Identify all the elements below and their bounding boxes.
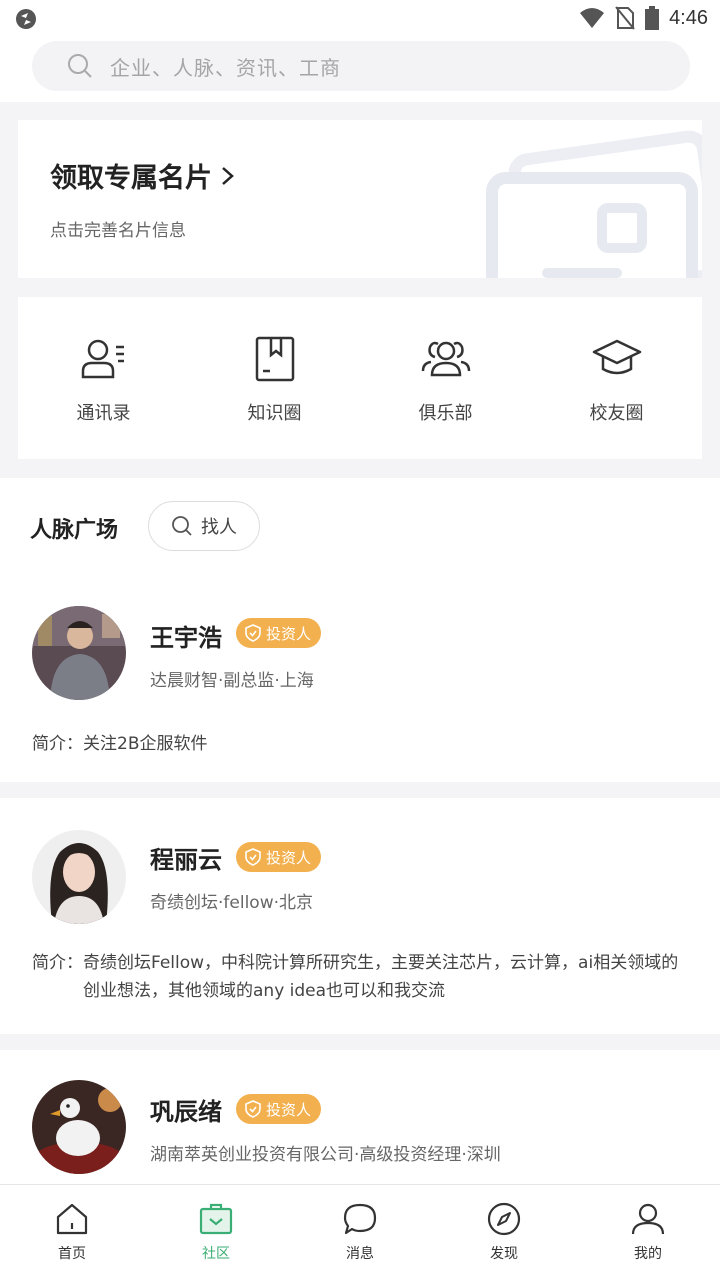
quick-links: 通讯录 知识圈 俱乐部 校友圈 [18, 297, 702, 459]
no-sim-icon [615, 6, 635, 30]
chevron-right-icon [222, 166, 234, 185]
avatar[interactable] [32, 606, 126, 700]
home-icon [56, 1203, 88, 1235]
find-people-button[interactable]: 找人 [148, 501, 260, 551]
people-square-title: 人脉广场 [30, 518, 119, 543]
person-info: 达晨财智·副总监·上海 [150, 671, 314, 691]
avatar[interactable] [32, 830, 126, 924]
compass-icon [487, 1202, 521, 1236]
people-square-header: 人脉广场 找人 [0, 478, 720, 576]
person-name: 王宇浩 [150, 624, 222, 652]
tab-label: 首页 [58, 1246, 86, 1262]
claim-card-title: 领取专属名片 [50, 156, 236, 195]
people-square: 人脉广场 找人 王宇浩 投资人 达晨财智·副总监·上海 简介： 关注2B企服软件… [0, 478, 720, 1184]
battery-icon [645, 6, 660, 30]
person-info: 湖南萃英创业投资有限公司·高级投资经理·深圳 [150, 1145, 501, 1165]
bookmark-book-icon [255, 336, 294, 382]
community-bag-icon [199, 1203, 233, 1235]
investor-badge: 投资人 [236, 842, 322, 872]
person-intro: 简介： 奇绩创坛Fellow，中科院计算所研究生，主要关注芯片，云计算，ai相关… [32, 949, 688, 1005]
person-card[interactable]: 程丽云 投资人 奇绩创坛·fellow·北京 简介： 奇绩创坛Fellow，中科… [0, 798, 720, 1034]
quick-link-label: 知识圈 [247, 403, 302, 424]
person-intro: 简介： 关注2B企服软件 [32, 730, 688, 758]
tab-messages[interactable]: 消息 [288, 1185, 432, 1280]
tab-label: 社区 [202, 1246, 230, 1262]
status-bar: 4:46 [0, 0, 720, 36]
person-name: 程丽云 [150, 846, 222, 874]
investor-badge-label: 投资人 [266, 848, 312, 867]
person-icon [631, 1203, 665, 1235]
find-people-label: 找人 [201, 517, 237, 538]
tab-discover[interactable]: 发现 [432, 1185, 576, 1280]
search-icon [68, 54, 92, 78]
business-card-decoration-icon [486, 130, 702, 278]
claim-card-subtitle: 点击完善名片信息 [50, 221, 186, 241]
quick-link-contacts[interactable]: 通讯录 [18, 297, 189, 459]
investor-badge: 投资人 [236, 618, 322, 648]
person-name: 巩辰绪 [150, 1098, 222, 1126]
quick-link-label: 通讯录 [76, 403, 131, 424]
investor-badge: 投资人 [236, 1094, 322, 1124]
intro-label: 简介： [32, 734, 83, 754]
person-info: 奇绩创坛·fellow·北京 [150, 893, 314, 913]
search-area: 企业、人脉、资讯、工商 [0, 36, 720, 102]
quick-link-label: 校友圈 [589, 403, 644, 424]
claim-card-banner[interactable]: 领取专属名片 点击完善名片信息 [18, 120, 702, 278]
status-time: 4:46 [669, 6, 708, 29]
shield-check-icon [245, 1100, 261, 1118]
search-input[interactable]: 企业、人脉、资讯、工商 [32, 41, 690, 91]
app-notification-icon [16, 9, 36, 29]
intro-label: 简介： [32, 953, 83, 973]
intro-text: 关注2B企服软件 [83, 734, 208, 754]
quick-link-club[interactable]: 俱乐部 [360, 297, 531, 459]
tab-community[interactable]: 社区 [144, 1185, 288, 1280]
investor-badge-label: 投资人 [266, 624, 312, 643]
graduation-cap-icon [592, 339, 641, 375]
avatar[interactable] [32, 1080, 126, 1174]
claim-card-title-text: 领取专属名片 [50, 163, 212, 194]
chat-bubble-icon [343, 1203, 377, 1235]
shield-check-icon [245, 624, 261, 642]
tab-label: 我的 [634, 1246, 662, 1262]
search-placeholder: 企业、人脉、资讯、工商 [110, 55, 341, 80]
contacts-icon [81, 339, 124, 379]
intro-text: 奇绩创坛Fellow，中科院计算所研究生，主要关注芯片，云计算，ai相关领域的创… [83, 953, 679, 1001]
investor-badge-label: 投资人 [266, 1100, 312, 1119]
quick-link-alumni[interactable]: 校友圈 [531, 297, 702, 459]
tab-home[interactable]: 首页 [0, 1185, 144, 1280]
group-icon [421, 341, 470, 377]
person-card[interactable]: 巩辰绪 投资人 湖南萃英创业投资有限公司·高级投资经理·深圳 [0, 1050, 720, 1184]
shield-check-icon [245, 848, 261, 866]
quick-link-knowledge[interactable]: 知识圈 [189, 297, 360, 459]
quick-link-label: 俱乐部 [418, 403, 473, 424]
tab-mine[interactable]: 我的 [576, 1185, 720, 1280]
search-icon [172, 516, 192, 536]
wifi-icon [580, 8, 605, 28]
tab-label: 消息 [346, 1246, 374, 1262]
tab-label: 发现 [490, 1246, 518, 1262]
bottom-tab-bar: 首页 社区 消息 发现 我的 [0, 1184, 720, 1280]
person-card[interactable]: 王宇浩 投资人 达晨财智·副总监·上海 简介： 关注2B企服软件 [0, 576, 720, 782]
